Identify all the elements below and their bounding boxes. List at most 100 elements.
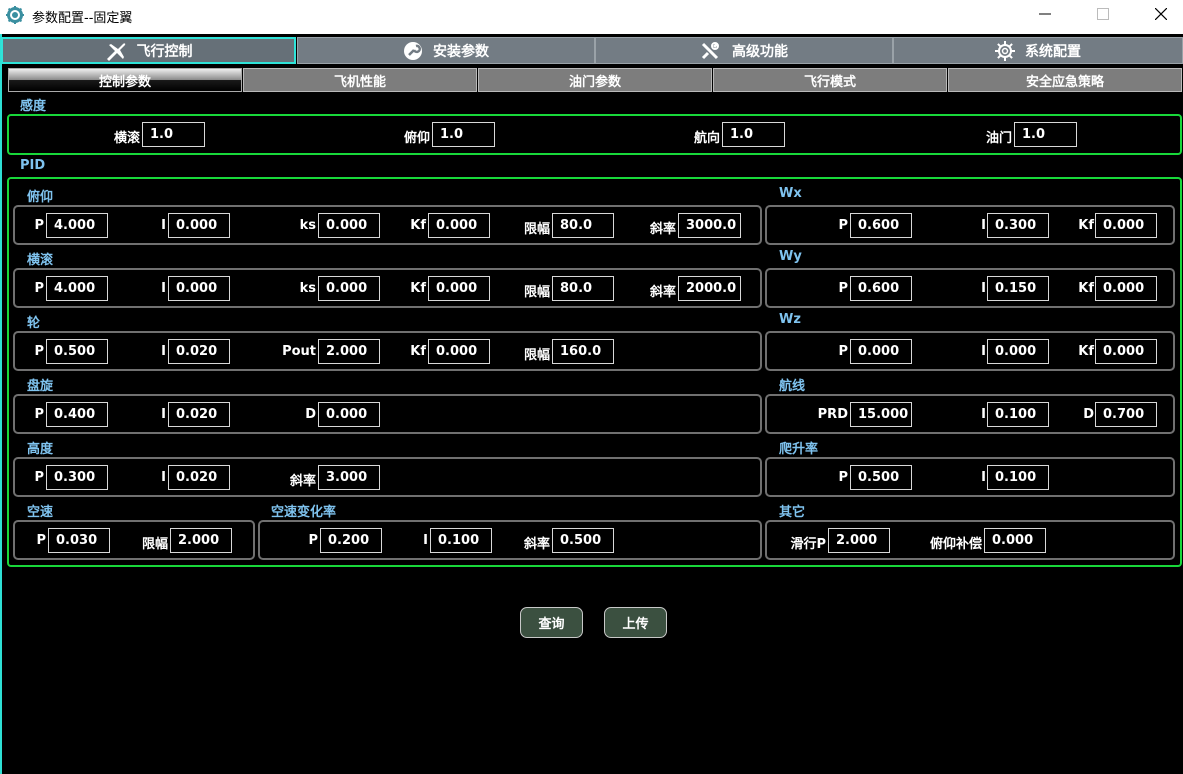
roll-limit-input[interactable] [552,276,614,301]
circle-d-input[interactable] [318,402,380,427]
sens-roll-label: 横滚 [113,131,140,146]
pitch-slope-input[interactable] [678,213,741,238]
sens-throttle-input[interactable] [1014,122,1077,147]
pid-circle-title: 盘旋 [27,379,54,394]
wy-p-input[interactable] [850,276,912,301]
roll-i-label: I [161,281,166,296]
pid-roll-title: 横滚 [27,253,54,268]
sens-yaw-label: 航向 [693,131,720,146]
subtab-control-params[interactable]: 控制参数 [8,68,242,92]
altitude-p-label: P [34,470,44,485]
roll-slope-label: 斜率 [649,285,676,300]
circle-d-label: D [305,407,316,422]
airspeed-limit-input[interactable] [170,528,232,553]
airspeed-p-input[interactable] [48,528,110,553]
window-title: 参数配置--固定翼 [32,11,133,26]
pitch-limit-label: 限幅 [523,222,550,237]
airspeed-p-label: P [36,533,46,548]
sensitivity-title: 感度 [20,99,47,114]
route-i-input[interactable] [987,402,1049,427]
query-button[interactable]: 查询 [520,607,583,638]
roll-p-input[interactable] [46,276,108,301]
altitude-i-label: I [161,470,166,485]
route-prd-input[interactable] [850,402,912,427]
wz-p-input[interactable] [850,339,912,364]
subtab-flight-modes[interactable]: 飞行模式 [713,68,947,92]
climb-i-input[interactable] [987,465,1049,490]
wx-p-input[interactable] [850,213,912,238]
pid-wheel-title: 轮 [27,316,41,331]
wheel-kf-input[interactable] [428,339,490,364]
sens-pitch-input[interactable] [432,122,495,147]
subtab-throttle-params[interactable]: 油门参数 [478,68,712,92]
pitch-ks-input[interactable] [318,213,380,238]
wx-i-label: I [981,218,986,233]
climb-i-label: I [981,470,986,485]
other-pitch-comp-label: 俯仰补偿 [929,537,982,552]
other-taxi-p-label: 滑行P [790,537,826,552]
wheel-p-input[interactable] [46,339,108,364]
route-d-label: D [1083,407,1094,422]
close-button[interactable] [1133,0,1183,30]
wz-i-label: I [981,344,986,359]
wheel-i-input[interactable] [168,339,230,364]
subtab-aircraft-performance[interactable]: 飞机性能 [243,68,477,92]
airspeed-rate-p-label: P [308,533,318,548]
pitch-i-input[interactable] [168,213,230,238]
roll-kf-input[interactable] [428,276,490,301]
airspeed-limit-label: 限幅 [141,537,168,552]
circle-i-input[interactable] [168,402,230,427]
sens-roll-input[interactable] [142,122,205,147]
pitch-p-label: P [34,218,44,233]
pid-pitch-title: 俯仰 [27,190,54,205]
wz-i-input[interactable] [987,339,1049,364]
wheel-p-label: P [34,344,44,359]
subtab-safety-strategy[interactable]: 安全应急策略 [948,68,1182,92]
sens-yaw-input[interactable] [722,122,785,147]
other-taxi-p-input[interactable] [828,528,890,553]
pitch-slope-label: 斜率 [649,222,676,237]
pid-airspeed-title: 空速 [27,505,54,520]
wheel-pout-label: Pout [282,344,316,359]
maximize-button[interactable] [1075,0,1133,30]
other-pitch-comp-input[interactable] [984,528,1046,553]
wx-kf-input[interactable] [1095,213,1157,238]
route-d-input[interactable] [1095,402,1157,427]
pitch-kf-label: Kf [410,218,426,233]
pitch-p-input[interactable] [46,213,108,238]
wx-i-input[interactable] [987,213,1049,238]
airspeed-rate-slope-input[interactable] [552,528,614,553]
wy-i-input[interactable] [987,276,1049,301]
wy-kf-input[interactable] [1095,276,1157,301]
roll-i-input[interactable] [168,276,230,301]
roll-slope-input[interactable] [678,276,741,301]
climb-p-input[interactable] [850,465,912,490]
airplane-icon [106,42,125,61]
pitch-kf-input[interactable] [428,213,490,238]
altitude-slope-input[interactable] [318,465,380,490]
pid-altitude-box [13,457,762,497]
tab-flight-control[interactable]: 飞行控制 [1,37,296,64]
wheel-limit-input[interactable] [552,339,614,364]
wheel-pout-input[interactable] [318,339,380,364]
wz-kf-input[interactable] [1095,339,1157,364]
tab-system-config[interactable]: 系统配置 [893,37,1183,64]
roll-ks-input[interactable] [318,276,380,301]
pid-title: PID [20,158,46,173]
pitch-limit-input[interactable] [552,213,614,238]
title-bar: 参数配置--固定翼 [0,0,1183,34]
roll-p-label: P [34,281,44,296]
altitude-p-input[interactable] [46,465,108,490]
tab-install-params[interactable]: 安装参数 [297,37,595,64]
tab-advanced[interactable]: 高级功能 [595,37,893,64]
wheel-limit-label: 限幅 [523,348,550,363]
pid-route-title: 航线 [779,379,806,394]
minimize-button[interactable] [1017,0,1075,30]
altitude-i-input[interactable] [168,465,230,490]
sens-throttle-label: 油门 [985,131,1012,146]
upload-button[interactable]: 上传 [604,607,667,638]
airspeed-rate-i-input[interactable] [430,528,492,553]
circle-p-input[interactable] [46,402,108,427]
airspeed-rate-p-input[interactable] [320,528,382,553]
tools-icon [701,41,719,59]
